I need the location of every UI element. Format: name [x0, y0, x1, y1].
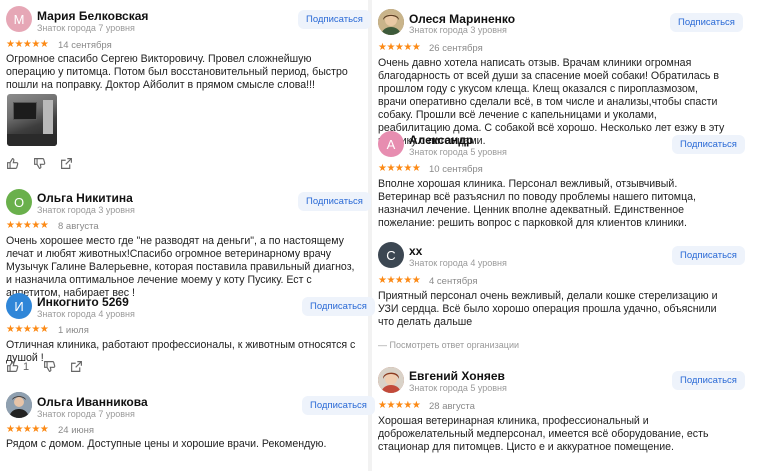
- reviewer-name[interactable]: Мария Белковская: [37, 9, 148, 23]
- org-reply-link[interactable]: — Посмотреть ответ организации: [378, 340, 519, 350]
- subscribe-button[interactable]: Подписаться: [298, 10, 371, 29]
- rating-stars: ★★★★★: [6, 220, 49, 231]
- review-actions: 1: [6, 360, 83, 373]
- reviewer-name[interactable]: хх: [409, 244, 422, 258]
- reviewer-level: Знаток города 5 уровня: [409, 147, 507, 157]
- rating-stars: ★★★★★: [378, 275, 421, 286]
- rating-stars: ★★★★★: [6, 424, 49, 435]
- dislike-icon[interactable]: [33, 157, 46, 170]
- review-date: 8 августа: [58, 221, 99, 232]
- review-date: 4 сентября: [429, 276, 478, 287]
- avatar[interactable]: О: [6, 189, 32, 215]
- reviewer-level: Знаток города 3 уровня: [37, 205, 135, 215]
- subscribe-button[interactable]: Подписаться: [302, 297, 375, 316]
- rating-stars: ★★★★★: [6, 39, 49, 50]
- review-date: 24 июня: [58, 425, 95, 436]
- reviewer-name[interactable]: Олеся Мариненко: [409, 12, 515, 26]
- like-icon[interactable]: [6, 360, 19, 373]
- avatar[interactable]: А: [378, 131, 404, 157]
- subscribe-button[interactable]: Подписаться: [670, 13, 743, 32]
- avatar[interactable]: С: [378, 242, 404, 268]
- reviewer-level: Знаток города 5 уровня: [409, 383, 507, 393]
- review-date: 10 сентября: [429, 164, 483, 175]
- subscribe-button[interactable]: Подписаться: [672, 246, 745, 265]
- share-icon[interactable]: [60, 157, 73, 170]
- org-reply-label: Посмотреть ответ организации: [389, 340, 520, 350]
- avatar[interactable]: [6, 392, 32, 418]
- review-actions: [6, 157, 73, 170]
- reviewer-level: Знаток города 4 уровня: [409, 258, 507, 268]
- review-photo[interactable]: [7, 94, 57, 146]
- subscribe-button[interactable]: Подписаться: [302, 396, 375, 415]
- review-date: 28 августа: [429, 401, 475, 412]
- rating-stars: ★★★★★: [378, 163, 421, 174]
- share-icon[interactable]: [70, 360, 83, 373]
- review-text: Очень хорошее место где "не разводят на …: [6, 235, 355, 299]
- avatar[interactable]: [378, 367, 404, 393]
- rating-stars: ★★★★★: [378, 400, 421, 411]
- dislike-icon[interactable]: [43, 360, 56, 373]
- reviewer-name[interactable]: Инкогнито 5269: [37, 295, 129, 309]
- reviewer-name[interactable]: Александр: [409, 133, 473, 147]
- review-date: 14 сентября: [58, 40, 112, 51]
- like-count: 1: [23, 360, 30, 373]
- review-text: Вполне хорошая клиника. Персонал вежливы…: [378, 178, 696, 229]
- like-icon[interactable]: [6, 157, 19, 170]
- subscribe-button[interactable]: Подписаться: [672, 135, 745, 154]
- subscribe-button[interactable]: Подписаться: [298, 192, 371, 211]
- review-date: 1 июля: [58, 325, 89, 336]
- subscribe-button[interactable]: Подписаться: [672, 371, 745, 390]
- rating-stars: ★★★★★: [378, 42, 421, 53]
- review-text: Хорошая ветеринарная клиника, профессион…: [378, 415, 709, 453]
- reviewer-name[interactable]: Ольга Никитина: [37, 191, 133, 205]
- review-text: Огромное спасибо Сергею Викторовичу. Про…: [6, 53, 348, 91]
- avatar[interactable]: [378, 9, 404, 35]
- reviewer-level: Знаток города 4 уровня: [37, 309, 135, 319]
- avatar[interactable]: И: [6, 293, 32, 319]
- reviewer-level: Знаток города 7 уровня: [37, 23, 135, 33]
- rating-stars: ★★★★★: [6, 324, 49, 335]
- avatar[interactable]: М: [6, 6, 32, 32]
- review-text: Рядом с домом. Доступные цены и хорошие …: [6, 438, 327, 450]
- reviewer-level: Знаток города 7 уровня: [37, 409, 135, 419]
- review-text: Приятный персонал очень вежливый, делали…: [378, 290, 718, 328]
- reviewer-level: Знаток города 3 уровня: [409, 25, 507, 35]
- reviewer-name[interactable]: Евгений Хоняев: [409, 369, 505, 383]
- review-date: 26 сентября: [429, 43, 483, 54]
- reviewer-name[interactable]: Ольга Иванникова: [37, 395, 148, 409]
